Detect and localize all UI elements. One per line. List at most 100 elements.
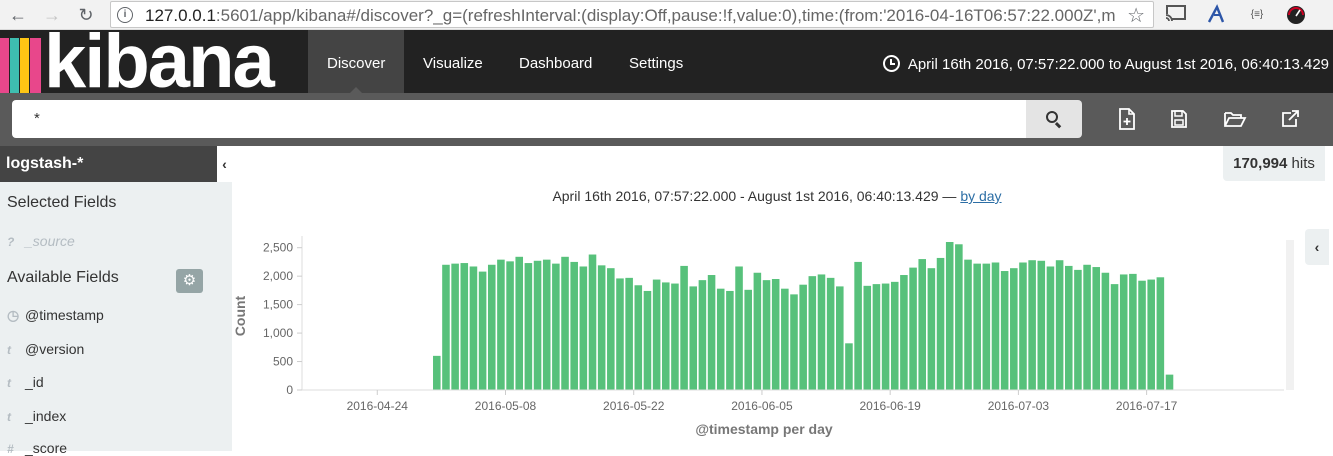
histogram-bar[interactable]	[625, 277, 633, 390]
collapse-sidebar-icon[interactable]: ‹	[217, 146, 232, 182]
field-item-index[interactable]: t _index	[7, 408, 66, 424]
kibana-logo[interactable]: kibana	[0, 30, 290, 93]
field-item-score[interactable]: # _score	[7, 440, 67, 456]
histogram-bar[interactable]	[1119, 274, 1128, 390]
histogram-bar[interactable]	[515, 256, 524, 390]
histogram-bar[interactable]	[1092, 267, 1101, 390]
search-button[interactable]	[1026, 100, 1082, 138]
histogram-bar[interactable]	[478, 271, 487, 390]
histogram-bar[interactable]	[1083, 264, 1091, 390]
histogram-bar[interactable]	[506, 261, 514, 390]
address-bar[interactable]: i 127.0.0.1:5601/app/kibana#/discover?_g…	[110, 1, 1154, 28]
histogram-bar[interactable]	[845, 343, 853, 390]
histogram-bar[interactable]	[1037, 260, 1046, 390]
histogram-bar[interactable]	[552, 263, 560, 390]
histogram-bar[interactable]	[451, 263, 459, 390]
forward-icon[interactable]: →	[40, 3, 64, 27]
field-item-timestamp[interactable]: ◷ @timestamp	[7, 307, 104, 324]
tab-dashboard[interactable]: Dashboard	[519, 30, 592, 93]
histogram-bar[interactable]	[1019, 262, 1027, 390]
speed-extension-icon[interactable]	[1284, 4, 1308, 26]
index-pattern-title[interactable]: logstash-*	[0, 146, 217, 182]
histogram-bar[interactable]	[680, 265, 688, 390]
histogram-bar[interactable]	[469, 266, 478, 390]
histogram-bar[interactable]	[1129, 273, 1137, 390]
histogram-bar[interactable]	[900, 275, 908, 390]
histogram-bar[interactable]	[1147, 279, 1155, 390]
histogram-bar[interactable]	[781, 288, 789, 390]
histogram-bar[interactable]	[1000, 271, 1009, 390]
tab-settings[interactable]: Settings	[629, 30, 683, 93]
field-settings-gear-icon[interactable]: ⚙	[176, 269, 203, 293]
histogram-bar[interactable]	[707, 275, 716, 390]
histogram-bar[interactable]	[753, 272, 762, 390]
field-item-id[interactable]: t _id	[7, 374, 44, 390]
histogram-bar[interactable]	[890, 281, 899, 390]
histogram-bar[interactable]	[643, 290, 652, 390]
back-icon[interactable]: ←	[6, 3, 30, 27]
histogram-bar[interactable]	[836, 286, 844, 390]
histogram-bar[interactable]	[1165, 374, 1174, 390]
histogram-bar[interactable]	[726, 290, 734, 390]
histogram-bar[interactable]	[1028, 260, 1036, 390]
histogram-bar[interactable]	[634, 285, 643, 390]
histogram-bar[interactable]	[716, 288, 725, 390]
field-item-source[interactable]: ? _source	[7, 233, 75, 249]
histogram-bar[interactable]	[1101, 272, 1110, 390]
histogram-bar[interactable]	[872, 284, 881, 390]
histogram-bar[interactable]	[982, 263, 991, 390]
histogram-bar[interactable]	[1055, 260, 1064, 390]
histogram-bar[interactable]	[698, 280, 707, 390]
histogram-bar[interactable]	[799, 284, 807, 390]
histogram-bar[interactable]	[662, 282, 670, 390]
histogram-bar[interactable]	[533, 260, 542, 390]
tab-visualize[interactable]: Visualize	[423, 30, 483, 93]
histogram-bar[interactable]	[945, 242, 954, 390]
page-info-icon[interactable]: i	[117, 7, 133, 23]
histogram-bar[interactable]	[433, 355, 441, 390]
histogram-bar[interactable]	[487, 264, 496, 390]
histogram-bar[interactable]	[964, 259, 972, 390]
field-item-version[interactable]: t @version	[7, 341, 84, 357]
cast-icon[interactable]	[1164, 4, 1188, 26]
json-extension-icon[interactable]: {≡}	[1245, 4, 1269, 26]
histogram-bar[interactable]	[881, 283, 890, 390]
histogram-bar[interactable]	[1074, 269, 1082, 390]
share-icon[interactable]	[1279, 107, 1301, 131]
histogram-bar[interactable]	[607, 268, 615, 390]
histogram-bar[interactable]	[524, 263, 533, 390]
histogram-bar[interactable]	[1010, 268, 1018, 390]
histogram-bar[interactable]	[817, 274, 826, 390]
histogram-bar[interactable]	[771, 279, 780, 390]
histogram-bar[interactable]	[762, 280, 771, 390]
time-picker[interactable]: April 16th 2016, 07:57:22.000 to August …	[882, 30, 1329, 93]
histogram-bar[interactable]	[497, 259, 505, 390]
reload-icon[interactable]: ↻	[74, 3, 98, 27]
search-input[interactable]: *	[12, 100, 1026, 138]
histogram-bar[interactable]	[955, 244, 963, 390]
histogram-bar[interactable]	[1138, 280, 1146, 390]
histogram-bar[interactable]	[588, 254, 597, 390]
extension-icon[interactable]	[1204, 4, 1228, 26]
histogram-bar[interactable]	[808, 276, 817, 390]
histogram-bar[interactable]	[1110, 284, 1119, 390]
interval-link[interactable]: by day	[960, 188, 1001, 204]
histogram-bar[interactable]	[927, 268, 936, 390]
histogram-bar[interactable]	[1046, 266, 1055, 390]
histogram-bar[interactable]	[863, 285, 872, 390]
tab-discover[interactable]: Discover	[308, 30, 404, 93]
histogram-bar[interactable]	[460, 263, 469, 390]
histogram-bar[interactable]	[1156, 277, 1165, 390]
histogram-bar[interactable]	[597, 265, 606, 390]
histogram-bar[interactable]	[671, 283, 679, 390]
save-icon[interactable]	[1168, 107, 1190, 131]
histogram-bar[interactable]	[689, 286, 698, 390]
histogram-bar[interactable]	[442, 264, 450, 390]
new-search-icon[interactable]	[1116, 107, 1138, 131]
histogram-bar[interactable]	[918, 259, 926, 390]
bookmark-star-icon[interactable]: ☆	[1127, 3, 1145, 28]
histogram-bar[interactable]	[652, 279, 661, 390]
toggle-visualization-icon[interactable]: ‹	[1305, 229, 1329, 265]
histogram-bar[interactable]	[561, 256, 569, 390]
histogram-bar[interactable]	[790, 294, 798, 390]
